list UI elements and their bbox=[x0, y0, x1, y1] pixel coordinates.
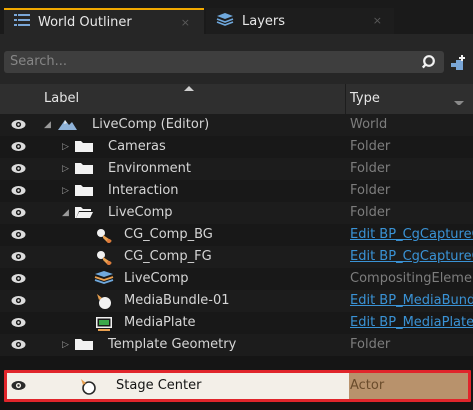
search-bar: Search... bbox=[0, 34, 473, 84]
tree-row-type: Folder bbox=[350, 139, 391, 154]
compositing-element-icon bbox=[94, 270, 114, 288]
collapsed-arrow-icon[interactable]: ▷ bbox=[62, 164, 71, 174]
folder-icon bbox=[74, 138, 94, 156]
tree-row-type: World bbox=[350, 117, 388, 132]
tree-row-type: Folder bbox=[350, 161, 391, 176]
tree-row-label: Cameras bbox=[108, 139, 166, 154]
search-placeholder: Search... bbox=[10, 54, 68, 69]
column-header: Label Type bbox=[0, 84, 473, 114]
panel-bottom-edge bbox=[0, 402, 473, 410]
tree-row-type: Folder bbox=[350, 205, 391, 220]
tree-row[interactable]: MediaBundle-01 Edit BP_MediaBundle bbox=[0, 290, 473, 312]
collapsed-arrow-icon[interactable]: ▷ bbox=[62, 340, 71, 350]
tab-layers-label: Layers bbox=[242, 13, 286, 29]
visibility-eye-icon[interactable] bbox=[11, 295, 26, 306]
visibility-eye-icon[interactable] bbox=[11, 273, 26, 284]
tree-row[interactable]: ▷ Interaction Folder bbox=[0, 180, 473, 202]
tree-row-label: Environment bbox=[108, 161, 192, 176]
tree-row[interactable]: ◢ LiveComp (Editor) World bbox=[0, 114, 473, 136]
tab-world-outliner-label: World Outliner bbox=[38, 14, 132, 30]
tree-row-type: CompositingElement bbox=[350, 271, 473, 286]
folder-icon bbox=[74, 182, 94, 200]
highlight-annotation-box bbox=[4, 370, 471, 402]
media-plate-icon bbox=[94, 314, 114, 332]
tree-row-label: MediaPlate bbox=[124, 315, 196, 330]
visibility-eye-icon[interactable] bbox=[11, 163, 26, 174]
tree-row[interactable]: ◢ LiveComp Folder bbox=[0, 202, 473, 224]
search-input[interactable]: Search... bbox=[4, 51, 444, 73]
tree-row-label: CG_Comp_BG bbox=[124, 227, 213, 242]
tree-row-label: Interaction bbox=[108, 183, 179, 198]
tree-row-label: MediaBundle-01 bbox=[124, 293, 230, 308]
tree-row-type: Folder bbox=[350, 183, 391, 198]
tree-row-type-link[interactable]: Edit BP_MediaPlate bbox=[350, 315, 473, 330]
tree-row-type: Folder bbox=[350, 337, 391, 352]
visibility-eye-icon[interactable] bbox=[11, 207, 26, 218]
column-type-menu-icon[interactable] bbox=[454, 101, 464, 106]
folder-open-icon bbox=[74, 204, 94, 222]
visibility-eye-icon[interactable] bbox=[11, 317, 26, 328]
column-label-header[interactable]: Label bbox=[44, 91, 79, 106]
tree-row-type-link[interactable]: Edit BP_CgCaptureCompositingElement bbox=[350, 227, 473, 242]
tab-bar: World Outliner × Layers × bbox=[0, 0, 473, 34]
expanded-arrow-icon[interactable]: ◢ bbox=[62, 208, 71, 218]
sort-ascending-icon bbox=[184, 86, 194, 91]
tree-row[interactable]: ▷ Template Geometry Folder bbox=[0, 334, 473, 356]
visibility-eye-icon[interactable] bbox=[11, 229, 26, 240]
tree-row-label: Template Geometry bbox=[108, 337, 237, 352]
tree-row-type-link[interactable]: Edit BP_MediaBundle bbox=[350, 293, 473, 308]
cg-capture-icon bbox=[94, 226, 114, 244]
tree-row[interactable]: ▷ Cameras Folder bbox=[0, 136, 473, 158]
visibility-eye-icon[interactable] bbox=[11, 119, 26, 130]
tab-world-outliner[interactable]: World Outliner × bbox=[4, 8, 204, 34]
tree-row-label: LiveComp bbox=[108, 205, 173, 220]
tree-row-label: CG_Comp_FG bbox=[124, 249, 212, 264]
tree-row[interactable]: CG_Comp_FG Edit BP_CgCaptureCompositingE… bbox=[0, 246, 473, 268]
collapsed-arrow-icon[interactable]: ▷ bbox=[62, 142, 71, 152]
tree-row[interactable]: MediaPlate Edit BP_MediaPlate bbox=[0, 312, 473, 334]
tree-row-label: LiveComp bbox=[124, 271, 189, 286]
folder-icon bbox=[74, 336, 94, 354]
visibility-eye-icon[interactable] bbox=[11, 141, 26, 152]
collapsed-arrow-icon[interactable]: ▷ bbox=[62, 186, 71, 196]
layers-icon bbox=[216, 12, 234, 30]
cg-capture-icon bbox=[94, 248, 114, 266]
actor-icon bbox=[94, 292, 114, 310]
visibility-eye-icon[interactable] bbox=[11, 339, 26, 350]
column-divider[interactable] bbox=[345, 84, 346, 114]
visibility-eye-icon[interactable] bbox=[11, 185, 26, 196]
visibility-eye-icon[interactable] bbox=[11, 251, 26, 262]
tree-row[interactable]: LiveComp CompositingElement bbox=[0, 268, 473, 290]
tab-layers[interactable]: Layers × bbox=[206, 8, 394, 34]
tree-row[interactable]: CG_Comp_BG Edit BP_CgCaptureCompositingE… bbox=[0, 224, 473, 246]
tab-world-outliner-close-icon[interactable]: × bbox=[181, 16, 190, 29]
tab-layers-close-icon[interactable]: × bbox=[373, 14, 382, 27]
folder-icon bbox=[74, 160, 94, 178]
tree-row-type-link[interactable]: Edit BP_CgCaptureCompositingElement bbox=[350, 249, 473, 264]
search-icon[interactable] bbox=[421, 54, 438, 70]
expanded-arrow-icon[interactable]: ◢ bbox=[44, 120, 53, 130]
tree-row-label: LiveComp (Editor) bbox=[92, 117, 210, 132]
tree-row[interactable]: ▷ Environment Folder bbox=[0, 158, 473, 180]
world-icon bbox=[56, 116, 77, 134]
column-type-header[interactable]: Type bbox=[350, 91, 380, 106]
world-outliner-icon bbox=[14, 13, 30, 31]
add-filter-icon[interactable] bbox=[449, 54, 467, 72]
